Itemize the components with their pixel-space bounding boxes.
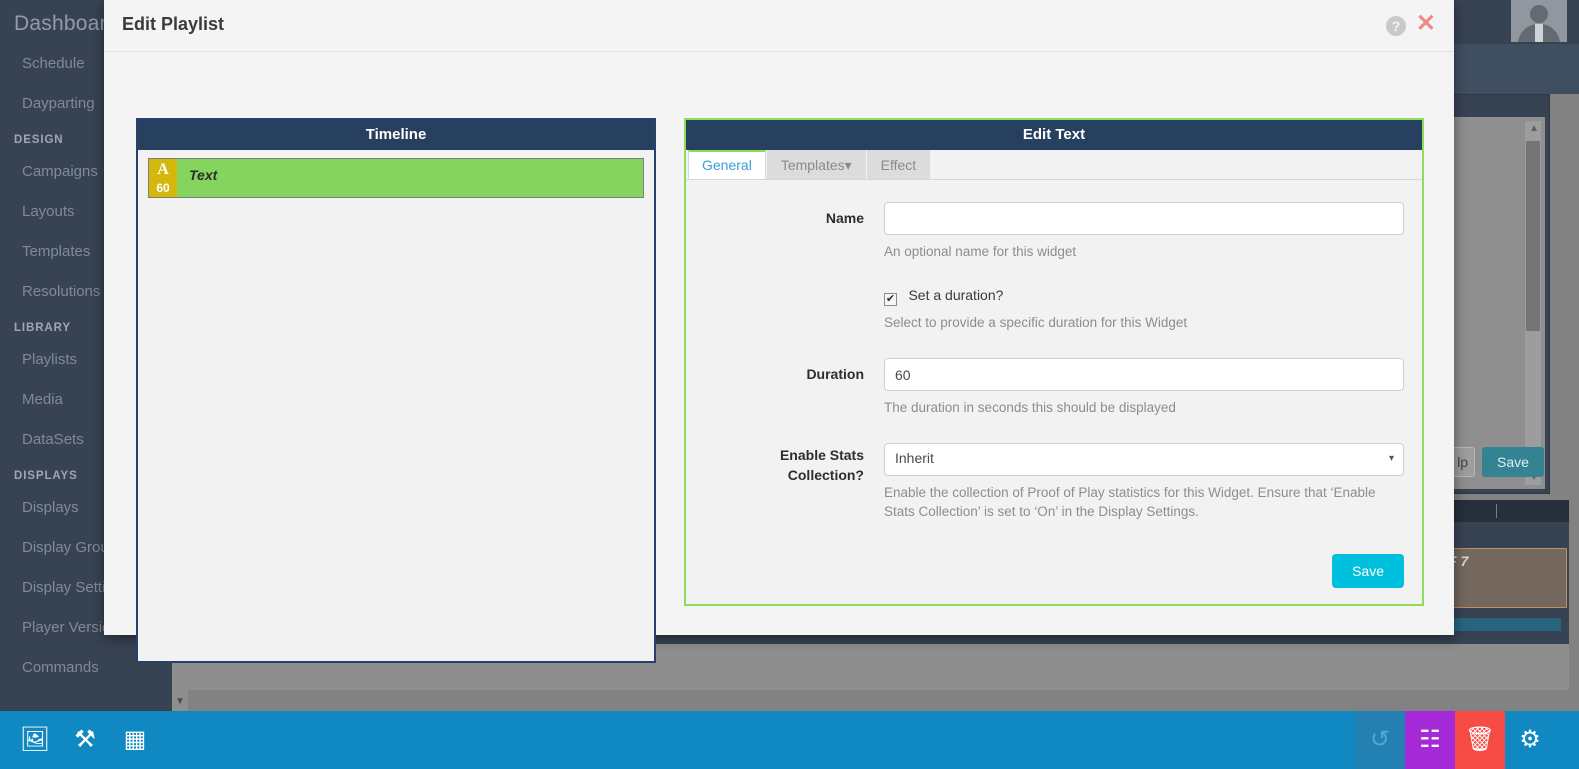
chevron-down-icon: ▾ (1389, 453, 1394, 464)
edit-playlist-modal: Edit Playlist ? ✕ Timeline A 60 Text (104, 0, 1454, 635)
tab-templates[interactable]: Templates▾ (767, 150, 866, 179)
timeline-widget-list: A 60 Text (138, 150, 654, 206)
screen: 🔔 ions▾ ⚙ Dashboard Schedule Dayparting … (0, 0, 1579, 769)
stats-collection-value: Inherit (895, 450, 934, 466)
name-label: Name (704, 208, 864, 228)
timeline-panel: Timeline A 60 Text (136, 118, 656, 663)
edit-text-tabs: General Templates▾ Effect (686, 150, 1422, 180)
duration-input[interactable] (884, 358, 1404, 391)
duration-label: Duration (704, 364, 864, 384)
timeline-panel-header: Timeline (138, 120, 654, 150)
name-help-text: An optional name for this widget (884, 242, 1404, 261)
stats-collection-label: Enable Stats Collection? (704, 445, 864, 485)
modal-title: Edit Playlist (122, 14, 224, 35)
modal-header: Edit Playlist ? ✕ (104, 0, 1454, 52)
duration-row: Duration The duration in seconds this sh… (704, 358, 1404, 417)
timeline-widget-duration: 60 (149, 181, 177, 195)
modal-body: Timeline A 60 Text Edit Text General (104, 52, 1454, 635)
duration-help-text: The duration in seconds this should be d… (884, 398, 1404, 417)
set-duration-checkbox[interactable]: ✔ (884, 293, 897, 306)
chevron-down-icon: ▾ (845, 157, 852, 173)
set-duration-help-text: Select to provide a specific duration fo… (884, 313, 1404, 332)
help-icon[interactable]: ? (1386, 16, 1406, 36)
timeline-widget-text[interactable]: A 60 Text (148, 158, 644, 198)
timeline-widget-name: Text (177, 159, 217, 197)
tab-general[interactable]: General (688, 150, 766, 179)
name-input[interactable] (884, 202, 1404, 235)
name-row: Name An optional name for this widget (704, 202, 1404, 261)
close-icon[interactable]: ✕ (1416, 12, 1436, 36)
timeline-widget-badge: A 60 (149, 159, 177, 197)
edit-text-panel: Edit Text General Templates▾ Effect Name… (684, 118, 1424, 606)
set-duration-label: Set a duration? (908, 287, 1003, 303)
stats-collection-select[interactable]: Inherit ▾ (884, 443, 1404, 476)
edit-text-panel-header: Edit Text (686, 120, 1422, 150)
stats-collection-row: Enable Stats Collection? Inherit ▾ Enabl… (704, 443, 1404, 521)
save-button[interactable]: Save (1332, 554, 1404, 588)
save-button-wrap: Save (1332, 554, 1404, 588)
text-widget-icon: A (149, 161, 177, 179)
tab-templates-label: Templates (781, 157, 845, 173)
stats-collection-help-text: Enable the collection of Proof of Play s… (884, 483, 1404, 521)
edit-text-form: Name An optional name for this widget ✔ … (686, 180, 1422, 521)
set-duration-row[interactable]: ✔ Set a duration? Select to provide a sp… (884, 287, 1404, 332)
tab-effect[interactable]: Effect (867, 150, 931, 179)
